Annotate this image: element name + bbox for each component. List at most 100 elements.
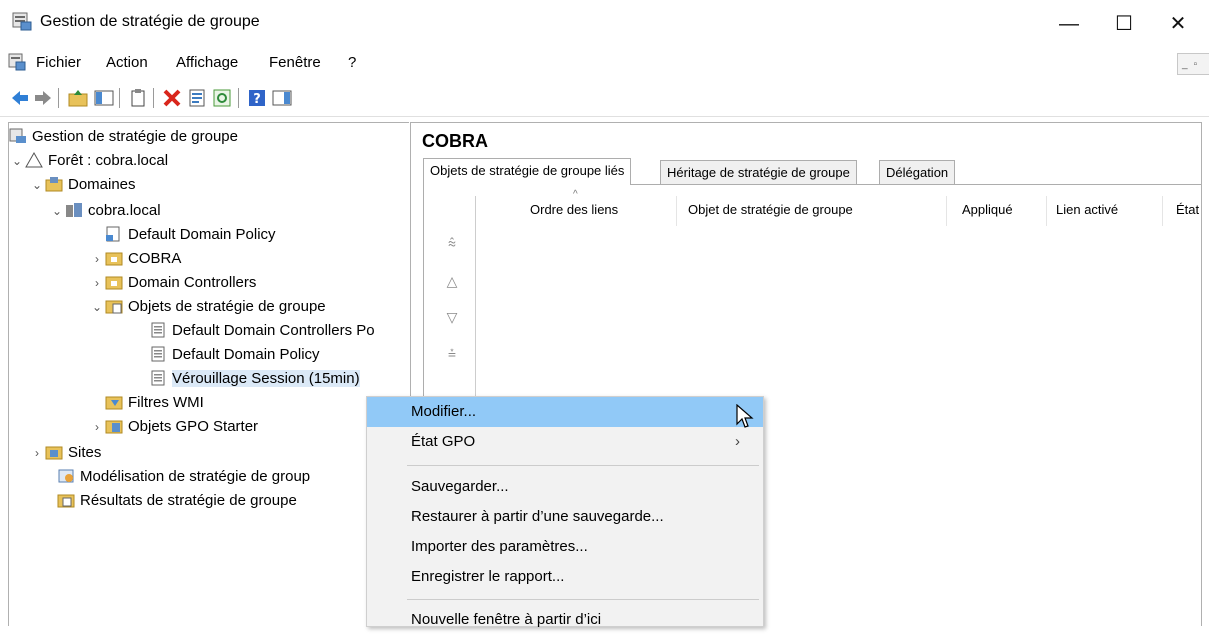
menu-item-save-report[interactable]: Enregistrer le rapport... (367, 562, 763, 592)
column-link-enabled[interactable]: Lien activé (1056, 202, 1118, 217)
back-icon[interactable] (10, 88, 30, 108)
context-menu: Modifier... État GPO › Sauvegarder... Res… (366, 396, 764, 628)
console-icon (8, 53, 26, 71)
close-button[interactable]: ✕ (1156, 6, 1200, 42)
tree-item-sites[interactable]: › Sites (29, 441, 101, 465)
column-divider (946, 196, 947, 226)
sites-icon (45, 446, 63, 460)
tree-item-starter-gpos[interactable]: › Objets GPO Starter (89, 415, 258, 439)
domains-icon (45, 177, 63, 192)
menu-item-edit[interactable]: Modifier... (367, 397, 763, 427)
results-icon (57, 494, 75, 508)
action-pane-icon[interactable] (272, 88, 292, 108)
chevron-right-icon[interactable]: › (89, 271, 105, 295)
tree-item-domains[interactable]: ⌄ Domaines (29, 173, 136, 197)
tree-item-gpo-verrouillage-session[interactable]: Vérouillage Session (15min) (149, 367, 360, 391)
tab-inheritance[interactable]: Héritage de stratégie de groupe (660, 160, 857, 184)
sort-ascending-icon: ^ (573, 189, 578, 200)
gpo-icon (151, 370, 165, 386)
mdi-window-controls[interactable]: _ ▫ (1177, 53, 1209, 75)
chevron-down-icon[interactable]: ⌄ (89, 295, 105, 319)
window-title: Gestion de stratégie de groupe (40, 13, 260, 30)
pane-title: COBRA (422, 131, 488, 151)
forest-icon (25, 152, 43, 168)
gpo-icon (151, 322, 165, 338)
column-enforced[interactable]: Appliqué (962, 202, 1013, 217)
properties-icon[interactable] (187, 88, 207, 108)
forward-icon[interactable] (33, 88, 53, 108)
show-hide-tree-icon[interactable] (94, 88, 114, 108)
tree-item-forest[interactable]: ⌄ Forêt : cobra.local (9, 149, 168, 173)
menu-fenetre[interactable]: Fenêtre (269, 54, 321, 71)
tree-item-gpo-default-dc-policy[interactable]: Default Domain Controllers Po (149, 319, 375, 343)
submenu-arrow-icon: › (735, 433, 740, 450)
delete-icon[interactable] (162, 88, 182, 108)
menu-item-gpo-status[interactable]: État GPO › (367, 427, 763, 457)
domain-icon (66, 203, 82, 217)
menu-action[interactable]: Action (106, 54, 148, 71)
menu-fichier[interactable]: Fichier (36, 54, 81, 71)
column-divider (1046, 196, 1047, 226)
ou-folder-icon (105, 252, 123, 266)
tab-delegation[interactable]: Délégation (879, 160, 956, 184)
move-down-icon[interactable]: ▽ (442, 309, 462, 327)
menu-separator (407, 465, 759, 466)
move-to-bottom-icon[interactable]: ⩮ (442, 345, 462, 363)
tree-item-domain-cobra[interactable]: ⌄ cobra.local (49, 199, 161, 223)
gpo-folder-icon (105, 300, 123, 314)
chevron-right-icon[interactable]: › (89, 247, 105, 271)
tab-linked-gpos[interactable]: Objets de stratégie de groupe liés (423, 158, 632, 185)
ou-folder-icon (105, 276, 123, 290)
toolbar-separator (119, 88, 120, 108)
chevron-down-icon[interactable]: ⌄ (29, 173, 45, 197)
tree-item-ou-cobra[interactable]: › COBRA (89, 247, 181, 271)
gpo-icon (151, 346, 165, 362)
chevron-down-icon[interactable]: ⌄ (49, 199, 65, 223)
tree-item-gpo-default-domain-policy[interactable]: Default Domain Policy (149, 343, 320, 367)
column-status[interactable]: État (1176, 202, 1199, 217)
menu-item-restore[interactable]: Restaurer à partir d’une sauvegarde... (367, 502, 763, 532)
move-up-icon[interactable]: △ (442, 273, 462, 291)
chevron-right-icon[interactable]: › (29, 441, 45, 465)
gpmc-app-icon (12, 12, 32, 31)
refresh-icon[interactable] (212, 88, 232, 108)
chevron-right-icon[interactable]: › (89, 415, 105, 439)
move-to-top-icon[interactable]: ⩯ (442, 235, 462, 253)
console-tree: Gestion de stratégie de groupe ⌄ Forêt : … (8, 122, 409, 626)
column-divider (1162, 196, 1163, 226)
clipboard-icon[interactable] (128, 88, 148, 108)
menu-item-backup[interactable]: Sauvegarder... (367, 472, 763, 502)
wmi-folder-icon (105, 396, 123, 410)
toolbar: ? (0, 78, 1209, 117)
column-divider (676, 196, 677, 226)
minimize-button[interactable]: — (1047, 6, 1091, 42)
tree-item-gp-results[interactable]: Résultats de stratégie de groupe (57, 489, 297, 513)
column-gpo[interactable]: Objet de stratégie de groupe (688, 202, 853, 217)
maximize-button[interactable]: ☐ (1102, 6, 1146, 42)
menu-separator (407, 599, 759, 600)
tree-item-gpmc-root[interactable]: Gestion de stratégie de groupe (9, 125, 238, 149)
menu-affichage[interactable]: Affichage (176, 54, 238, 71)
tree-item-wmi-filters[interactable]: Filtres WMI (105, 391, 204, 415)
title-bar: Gestion de stratégie de groupe — ☐ ✕ (0, 0, 1209, 46)
toolbar-separator (58, 88, 59, 108)
tree-item-default-domain-policy-link[interactable]: Default Domain Policy (105, 223, 276, 247)
tree-item-gp-modeling[interactable]: Modélisation de stratégie de group (57, 465, 310, 489)
menu-bar: Fichier Action Affichage Fenêtre ? (0, 46, 1209, 78)
chevron-down-icon[interactable]: ⌄ (9, 149, 25, 173)
toolbar-separator (238, 88, 239, 108)
menu-help[interactable]: ? (348, 54, 356, 71)
column-link-order[interactable]: Ordre des liens (530, 202, 618, 217)
mouse-cursor-icon (736, 404, 754, 428)
tree-item-gpo-container[interactable]: ⌄ Objets de stratégie de groupe (89, 295, 326, 319)
gpo-link-icon (106, 226, 120, 242)
toolbar-separator (153, 88, 154, 108)
gpmc-icon (9, 128, 26, 143)
tree-item-ou-domain-controllers[interactable]: › Domain Controllers (89, 271, 256, 295)
up-folder-icon[interactable] (68, 88, 88, 108)
help-icon[interactable]: ? (247, 88, 267, 108)
menu-item-import[interactable]: Importer des paramètres... (367, 532, 763, 562)
menu-item-new-window[interactable]: Nouvelle fenêtre à partir d’ici (367, 605, 763, 635)
modeling-icon (58, 469, 74, 483)
starter-gpo-folder-icon (105, 420, 123, 434)
